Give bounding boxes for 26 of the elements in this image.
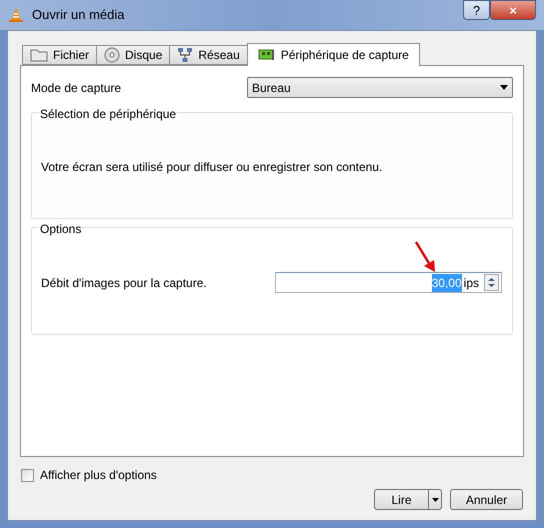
window-title: Ouvrir un média: [32, 6, 124, 24]
folder-icon: [30, 48, 48, 62]
caret-icon: [432, 498, 438, 502]
annotation-arrow: [415, 241, 437, 273]
help-button[interactable]: ?: [463, 0, 490, 20]
tab[interactable]: Réseau: [169, 45, 248, 65]
circuit-card-icon: [258, 48, 276, 62]
checkbox[interactable]: [21, 468, 34, 482]
caret-icon: [500, 85, 508, 90]
traffic-cone-icon: [8, 7, 24, 23]
checkbox-label: Afficher plus d'options: [40, 467, 157, 484]
frame-rate-value: 30,00: [432, 274, 462, 292]
frame-rate-spinbox[interactable]: 30,00 ips: [275, 272, 502, 293]
tab[interactable]: Disque: [96, 45, 170, 65]
play-split-button[interactable]: Lire: [374, 489, 442, 510]
cancel-button[interactable]: Annuler: [450, 489, 523, 510]
capture-mode-label: Mode de capture: [31, 80, 122, 96]
capture-mode-dropdown[interactable]: Bureau: [247, 77, 513, 98]
network-icon: [177, 47, 194, 63]
disc-icon: [104, 47, 120, 63]
frame-rate-label: Débit d'images pour la capture.: [41, 274, 208, 292]
spin-arrows-icon: [484, 274, 499, 291]
description-text: Votre écran sera utilisé pour diffuser ou enregistrer son contenu.: [41, 159, 384, 176]
unit-label: ips: [464, 274, 479, 292]
tab[interactable]: Périphérique de capture: [246, 43, 420, 66]
tab[interactable]: Fichier: [22, 45, 98, 65]
